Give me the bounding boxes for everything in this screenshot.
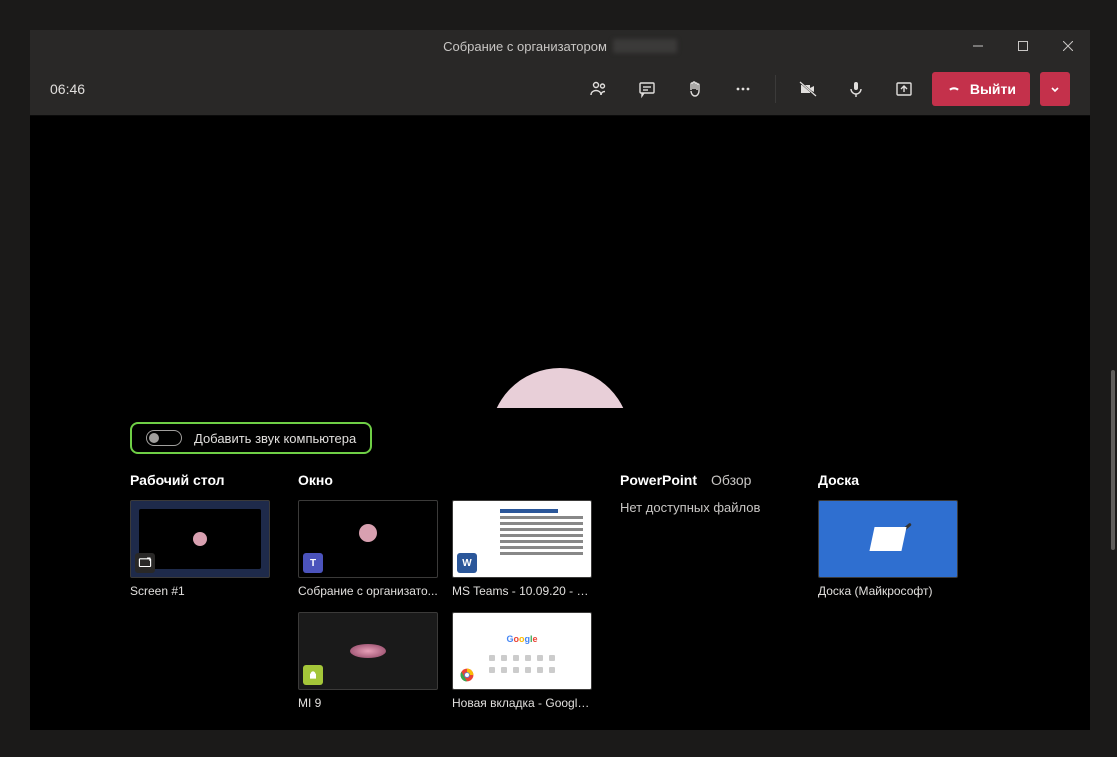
thumb-label: Доска (Майкрософт) xyxy=(818,584,958,598)
title-text: Собрание с организатором xyxy=(443,39,607,54)
whiteboard-thumb[interactable]: Доска (Майкрософт) xyxy=(818,500,958,598)
chat-button[interactable] xyxy=(627,69,667,109)
include-audio-label: Добавить звук компьютера xyxy=(194,431,356,446)
share-content-tray: Добавить звук компьютера Рабочий стол Sc… xyxy=(30,408,1090,730)
close-button[interactable] xyxy=(1045,30,1090,62)
thumb-label: Собрание с организато... xyxy=(298,584,438,598)
participants-button[interactable] xyxy=(579,69,619,109)
raise-hand-button[interactable] xyxy=(675,69,715,109)
category-title: Рабочий стол xyxy=(130,472,270,488)
leave-dropdown[interactable] xyxy=(1040,72,1070,106)
thumb-label: Новая вкладка - Google... xyxy=(452,696,592,710)
teams-icon: T xyxy=(303,553,323,573)
category-title: PowerPoint xyxy=(620,472,697,488)
desktop-thumb-screen1[interactable]: Screen #1 xyxy=(130,500,270,598)
app-window: Собрание с организатором 06:46 Выйти xyxy=(30,30,1090,730)
window-controls xyxy=(955,30,1090,62)
minimize-button[interactable] xyxy=(955,30,1000,62)
organizer-name-redacted xyxy=(613,39,677,53)
scrollbar-thumb[interactable] xyxy=(1111,370,1115,550)
hangup-icon xyxy=(946,81,962,97)
maximize-button[interactable] xyxy=(1000,30,1045,62)
thumb-label: Screen #1 xyxy=(130,584,270,598)
more-actions-button[interactable] xyxy=(723,69,763,109)
no-files-text: Нет доступных файлов xyxy=(620,500,790,515)
leave-label: Выйти xyxy=(970,81,1016,97)
microphone-button[interactable] xyxy=(836,69,876,109)
include-audio-toggle[interactable] xyxy=(146,430,182,446)
category-title: Окно xyxy=(298,472,592,488)
word-icon: W xyxy=(457,553,477,573)
google-logo: Google xyxy=(506,634,537,644)
scrollbar[interactable] xyxy=(1109,370,1117,710)
thumb-label: MI 9 xyxy=(298,696,438,710)
call-timer: 06:46 xyxy=(50,81,85,97)
window-title: Собрание с организатором xyxy=(443,39,677,54)
include-audio-toggle-highlight: Добавить звук компьютера xyxy=(130,422,372,454)
thumb-label: MS Teams - 10.09.20 - 1... xyxy=(452,584,592,598)
camera-off-button[interactable] xyxy=(788,69,828,109)
browse-link[interactable]: Обзор xyxy=(711,472,751,488)
chrome-icon xyxy=(457,665,477,685)
participant-avatar xyxy=(490,368,630,408)
leave-button[interactable]: Выйти xyxy=(932,72,1030,106)
share-screen-icon xyxy=(135,553,155,573)
meeting-toolbar: 06:46 Выйти xyxy=(30,62,1090,116)
category-whiteboard: Доска Доска (Майкрософт) xyxy=(818,472,958,598)
window-thumb-teams-meeting[interactable]: T Собрание с организато... xyxy=(298,500,438,598)
share-tray-button[interactable] xyxy=(884,69,924,109)
toggle-knob xyxy=(149,433,159,443)
category-desktop: Рабочий стол Screen #1 xyxy=(130,472,270,598)
android-icon xyxy=(303,665,323,685)
toolbar-divider xyxy=(775,75,776,103)
window-thumb-chrome[interactable]: Google Новая вкладка - Google... xyxy=(452,612,592,710)
window-thumb-word[interactable]: W MS Teams - 10.09.20 - 1... xyxy=(452,500,592,598)
window-thumb-mi9[interactable]: MI 9 xyxy=(298,612,438,710)
video-stage xyxy=(30,116,1090,408)
titlebar: Собрание с организатором xyxy=(30,30,1090,62)
category-window: Окно T Собрание с организато... W MS Tea… xyxy=(298,472,592,710)
category-title: Доска xyxy=(818,472,958,488)
category-powerpoint: PowerPoint Обзор Нет доступных файлов xyxy=(620,472,790,515)
